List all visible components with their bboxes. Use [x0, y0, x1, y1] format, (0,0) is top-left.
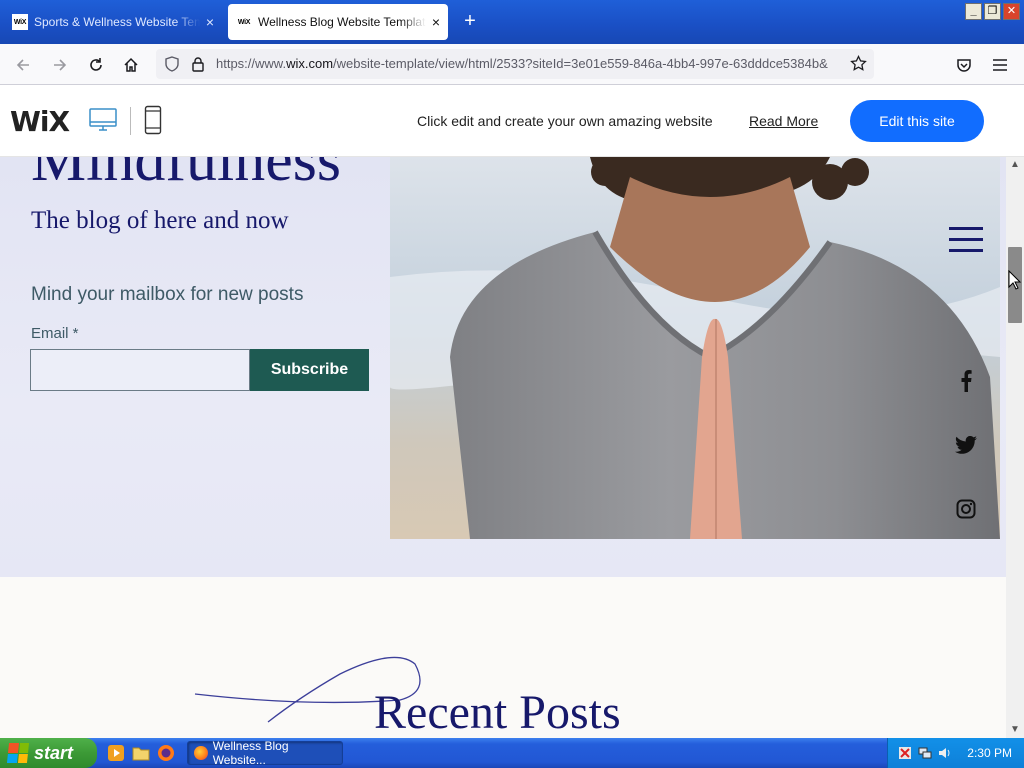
mobile-view-button[interactable] — [144, 105, 162, 140]
edit-this-site-button[interactable]: Edit this site — [850, 100, 984, 142]
home-icon — [124, 57, 138, 72]
divider — [130, 107, 131, 135]
start-button[interactable]: start — [0, 738, 97, 768]
reload-button[interactable] — [83, 52, 109, 78]
pocket-button[interactable] — [951, 52, 977, 78]
recent-posts-heading: Recent Posts — [374, 686, 621, 738]
close-window-button[interactable]: ✕ — [1003, 3, 1020, 20]
windows-taskbar: start Wellness Blog Website... 2:30 PM — [0, 738, 1024, 768]
desktop: WiX Sports & Wellness Website Template |… — [0, 0, 1024, 768]
firefox-icon — [194, 746, 208, 760]
back-button[interactable] — [10, 52, 36, 78]
reload-icon — [90, 58, 102, 71]
page-scrollbar[interactable]: ▲ ▼ — [1006, 157, 1024, 738]
lock-icon[interactable] — [191, 56, 205, 72]
scroll-up-arrow-icon[interactable]: ▲ — [1006, 157, 1024, 173]
email-label: Email * — [31, 325, 79, 342]
clock: 2:30 PM — [967, 746, 1012, 760]
menu-line — [949, 227, 983, 230]
twitter-icon — [955, 436, 977, 454]
star-icon[interactable] — [850, 55, 867, 72]
tab-wellness-blog[interactable]: WiX Wellness Blog Website Template | WIX… — [228, 4, 448, 40]
tab-title: Wellness Blog Website Template | WIX — [258, 15, 426, 29]
newsletter-heading: Mind your mailbox for new posts — [31, 284, 304, 305]
browser-nav-bar: https://www.wix.com/website-template/vie… — [0, 44, 1024, 85]
url-text[interactable]: https://www.wix.com/website-template/vie… — [216, 56, 838, 71]
twitter-link[interactable] — [954, 433, 978, 457]
read-more-link[interactable]: Read More — [749, 113, 818, 129]
arrow-left-icon — [16, 59, 29, 71]
edit-message: Click edit and create your own amazing w… — [417, 113, 713, 129]
browser-tab-bar: WiX Sports & Wellness Website Template |… — [0, 0, 1024, 44]
url-domain: wix.com — [286, 56, 334, 71]
subscribe-button[interactable]: Subscribe — [250, 349, 369, 391]
facebook-icon — [961, 370, 972, 392]
forward-button[interactable] — [47, 52, 73, 78]
network-icon[interactable] — [918, 746, 932, 760]
desktop-icon — [89, 108, 117, 131]
home-button[interactable] — [118, 52, 144, 78]
hero-section: Mindfulness The blog of here and now Min… — [0, 157, 1006, 577]
website-page: Mindfulness The blog of here and now Min… — [0, 157, 1006, 738]
taskbar-item-label: Wellness Blog Website... — [212, 739, 289, 767]
hero-photo — [390, 157, 1000, 539]
meditation-photo-image — [390, 157, 1000, 539]
volume-icon[interactable] — [938, 746, 952, 760]
folder-icon[interactable] — [132, 744, 150, 762]
start-label: start — [34, 742, 74, 763]
restore-button[interactable]: ❐ — [984, 3, 1001, 20]
scroll-down-arrow-icon[interactable]: ▼ — [1006, 722, 1024, 738]
facebook-link[interactable] — [954, 369, 978, 393]
minimize-button[interactable]: _ — [965, 3, 982, 20]
shield-icon[interactable] — [164, 56, 180, 72]
window-controls: _ ❐ ✕ — [965, 3, 1020, 20]
url-path: /website-template/view/html/2533?siteId=… — [333, 56, 828, 71]
wix-favicon-icon: WiX — [236, 14, 252, 30]
hamburger-menu-icon — [993, 59, 1007, 71]
security-alert-icon[interactable] — [898, 746, 912, 760]
instagram-link[interactable] — [954, 497, 978, 521]
url-prefix: https://www. — [216, 56, 287, 71]
mouse-cursor-icon — [1008, 270, 1022, 290]
mobile-icon — [144, 105, 162, 135]
wix-favicon-icon: WiX — [12, 14, 28, 30]
firefox-icon[interactable] — [157, 744, 175, 762]
site-subtitle: The blog of here and now — [31, 207, 289, 234]
site-menu-button[interactable] — [949, 227, 983, 260]
pocket-icon — [957, 59, 971, 72]
system-tray: 2:30 PM — [887, 738, 1024, 768]
taskbar-item-firefox[interactable]: Wellness Blog Website... — [187, 739, 343, 767]
instagram-icon — [956, 499, 976, 519]
media-player-icon[interactable] — [107, 744, 125, 762]
windows-flag-icon — [6, 743, 30, 763]
tab-sports-wellness[interactable]: WiX Sports & Wellness Website Template |… — [4, 4, 222, 40]
email-field[interactable] — [30, 349, 250, 391]
menu-button[interactable] — [987, 52, 1013, 78]
wix-preview-bar: WiX Click edit and create your own amazi… — [0, 85, 1024, 157]
address-bar[interactable]: https://www.wix.com/website-template/vie… — [156, 49, 874, 79]
new-tab-button[interactable]: + — [458, 10, 482, 34]
tab-title: Sports & Wellness Website Template | WIX — [34, 15, 200, 29]
tab-close-icon[interactable]: × — [432, 15, 440, 29]
desktop-view-button[interactable] — [89, 105, 117, 138]
menu-line — [949, 249, 983, 252]
site-title: Mindfulness — [31, 157, 341, 194]
tab-close-icon[interactable]: × — [206, 15, 214, 29]
menu-line — [949, 238, 983, 241]
wix-logo[interactable]: WiX — [10, 105, 70, 138]
arrow-right-icon — [54, 59, 67, 71]
